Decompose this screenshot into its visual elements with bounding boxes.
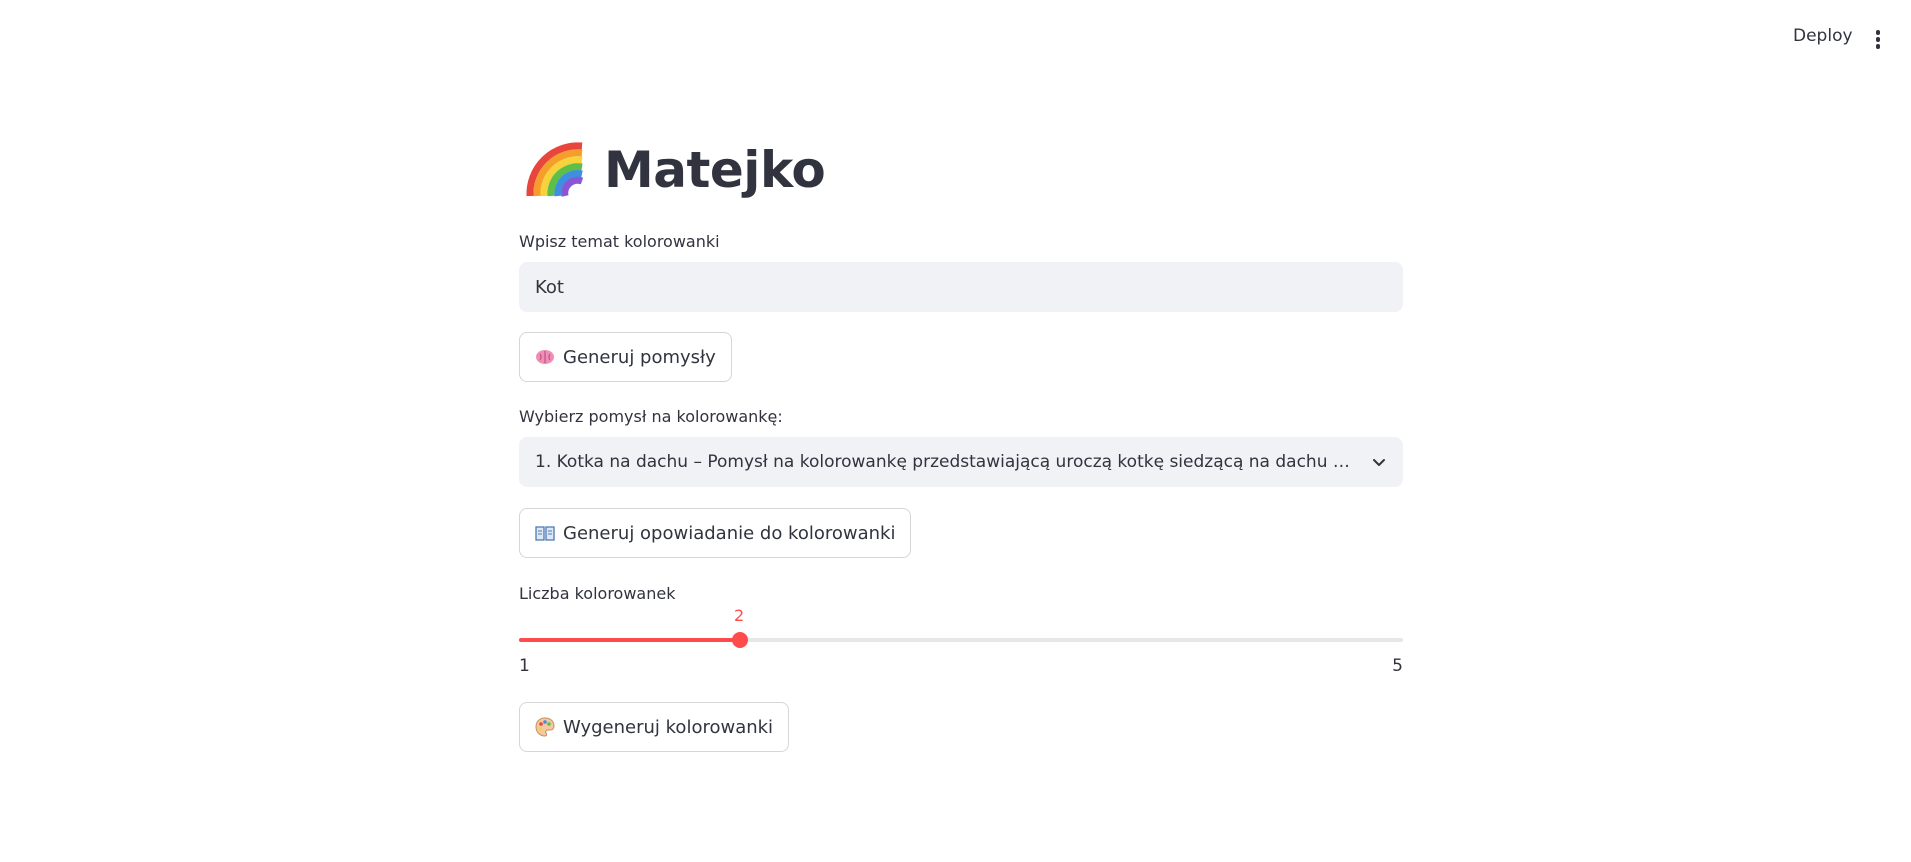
topic-input-value: Kot xyxy=(535,276,564,298)
topic-input[interactable]: Kot xyxy=(519,262,1403,312)
slider-thumb[interactable] xyxy=(732,632,748,648)
generate-pages-label: Wygeneruj kolorowanki xyxy=(563,716,774,738)
slider-min-label: 1 xyxy=(519,656,530,676)
slider-max-label: 5 xyxy=(1392,656,1403,676)
generate-ideas-label: Generuj pomysły xyxy=(563,346,716,368)
idea-select[interactable]: 1. Kotka na dachu – Pomysł na kolorowank… xyxy=(519,437,1403,487)
deploy-button[interactable]: Deploy xyxy=(1793,26,1853,46)
page-title-row: Matejko xyxy=(526,140,826,200)
page-title: Matejko xyxy=(604,141,826,199)
palette-icon xyxy=(535,717,555,737)
slider-current-value: 2 xyxy=(734,606,745,625)
app-header: Deploy xyxy=(0,0,1911,80)
book-icon xyxy=(535,526,555,541)
idea-select-value: 1. Kotka na dachu – Pomysł na kolorowank… xyxy=(535,452,1353,472)
generate-pages-button[interactable]: Wygeneruj kolorowanki xyxy=(519,702,790,752)
generate-story-label: Generuj opowiadanie do kolorowanki xyxy=(563,522,896,544)
more-vertical-icon[interactable] xyxy=(1874,30,1882,50)
slider-fill xyxy=(519,638,740,642)
topic-label: Wpisz temat kolorowanki xyxy=(519,232,720,251)
chevron-down-icon xyxy=(1373,459,1385,466)
generate-ideas-button[interactable]: Generuj pomysły xyxy=(519,332,732,382)
generate-story-button[interactable]: Generuj opowiadanie do kolorowanki xyxy=(519,508,912,558)
brain-icon xyxy=(536,350,554,364)
count-slider[interactable]: 2 xyxy=(519,600,1403,648)
idea-select-label: Wybierz pomysł na kolorowankę: xyxy=(519,407,783,426)
rainbow-icon xyxy=(526,142,584,197)
